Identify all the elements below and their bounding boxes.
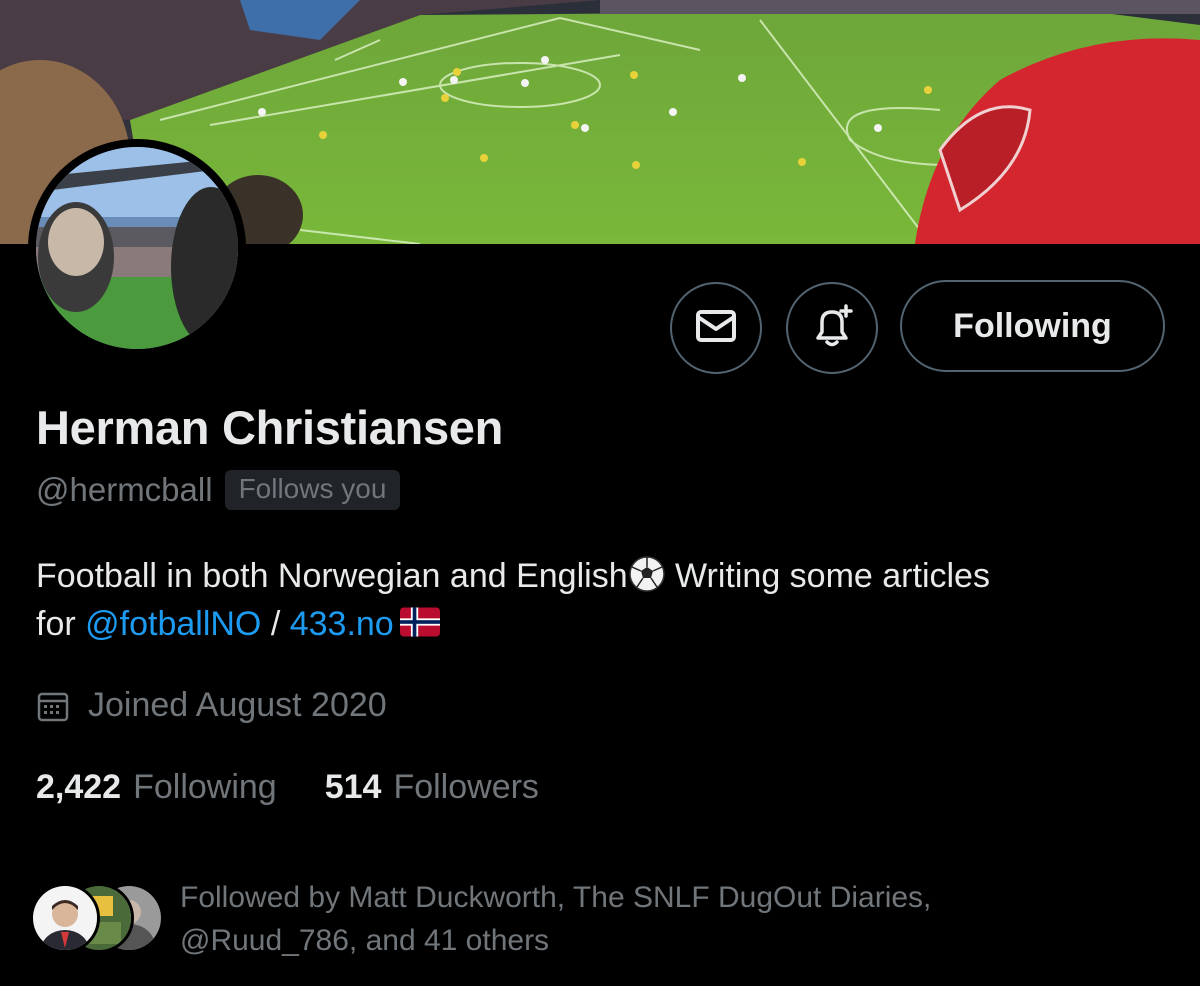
bio-text-continued: Writing some articles <box>665 557 990 595</box>
bio-separator: / <box>261 605 290 643</box>
norway-flag-icon <box>399 602 440 637</box>
bell-plus-icon <box>808 302 856 355</box>
mutual-avatars <box>30 883 166 955</box>
notify-button[interactable] <box>786 282 878 374</box>
follow-stats: 2,422 Following 514 Followers <box>36 768 587 807</box>
message-button[interactable] <box>670 282 762 374</box>
mutual-avatar-1 <box>30 883 100 953</box>
mention-link[interactable]: @fotballNO <box>85 605 261 643</box>
following-stat[interactable]: 2,422 Following <box>36 768 277 807</box>
profile-avatar[interactable] <box>28 139 246 357</box>
followed-by-line-2: @Ruud_786, and 41 others <box>180 924 550 957</box>
soccer-ball-icon <box>628 555 666 593</box>
profile-bio: Football in both Norwegian and English W… <box>36 552 1166 648</box>
joined-row: Joined August 2020 <box>36 686 387 725</box>
profile-handle: @hermcball <box>36 471 213 508</box>
calendar-icon <box>36 689 70 723</box>
followed-by-line-1: Followed by Matt Duckworth, The SNLF Dug… <box>180 881 932 914</box>
followers-label: Followers <box>393 768 539 806</box>
bio-text: Football in both Norwegian and English <box>36 557 628 595</box>
followed-by-text: Followed by Matt Duckworth, The SNLF Dug… <box>180 876 1080 962</box>
profile-name: Herman Christiansen <box>36 401 504 454</box>
following-button[interactable]: Following <box>900 280 1165 372</box>
website-link[interactable]: 433.no <box>290 605 394 643</box>
bio-text-for: for <box>36 605 86 643</box>
handle-row: @hermcball Follows you <box>36 470 401 510</box>
joined-date: Joined August 2020 <box>88 686 387 724</box>
mail-icon <box>695 309 737 348</box>
followers-count: 514 <box>324 768 382 806</box>
followed-by[interactable]: Followed by Matt Duckworth, The SNLF Dug… <box>30 876 1080 962</box>
follows-you-badge: Follows you <box>224 470 401 510</box>
following-label: Following <box>133 768 277 806</box>
followers-stat[interactable]: 514 Followers <box>325 768 539 807</box>
following-count: 2,422 <box>36 768 122 806</box>
